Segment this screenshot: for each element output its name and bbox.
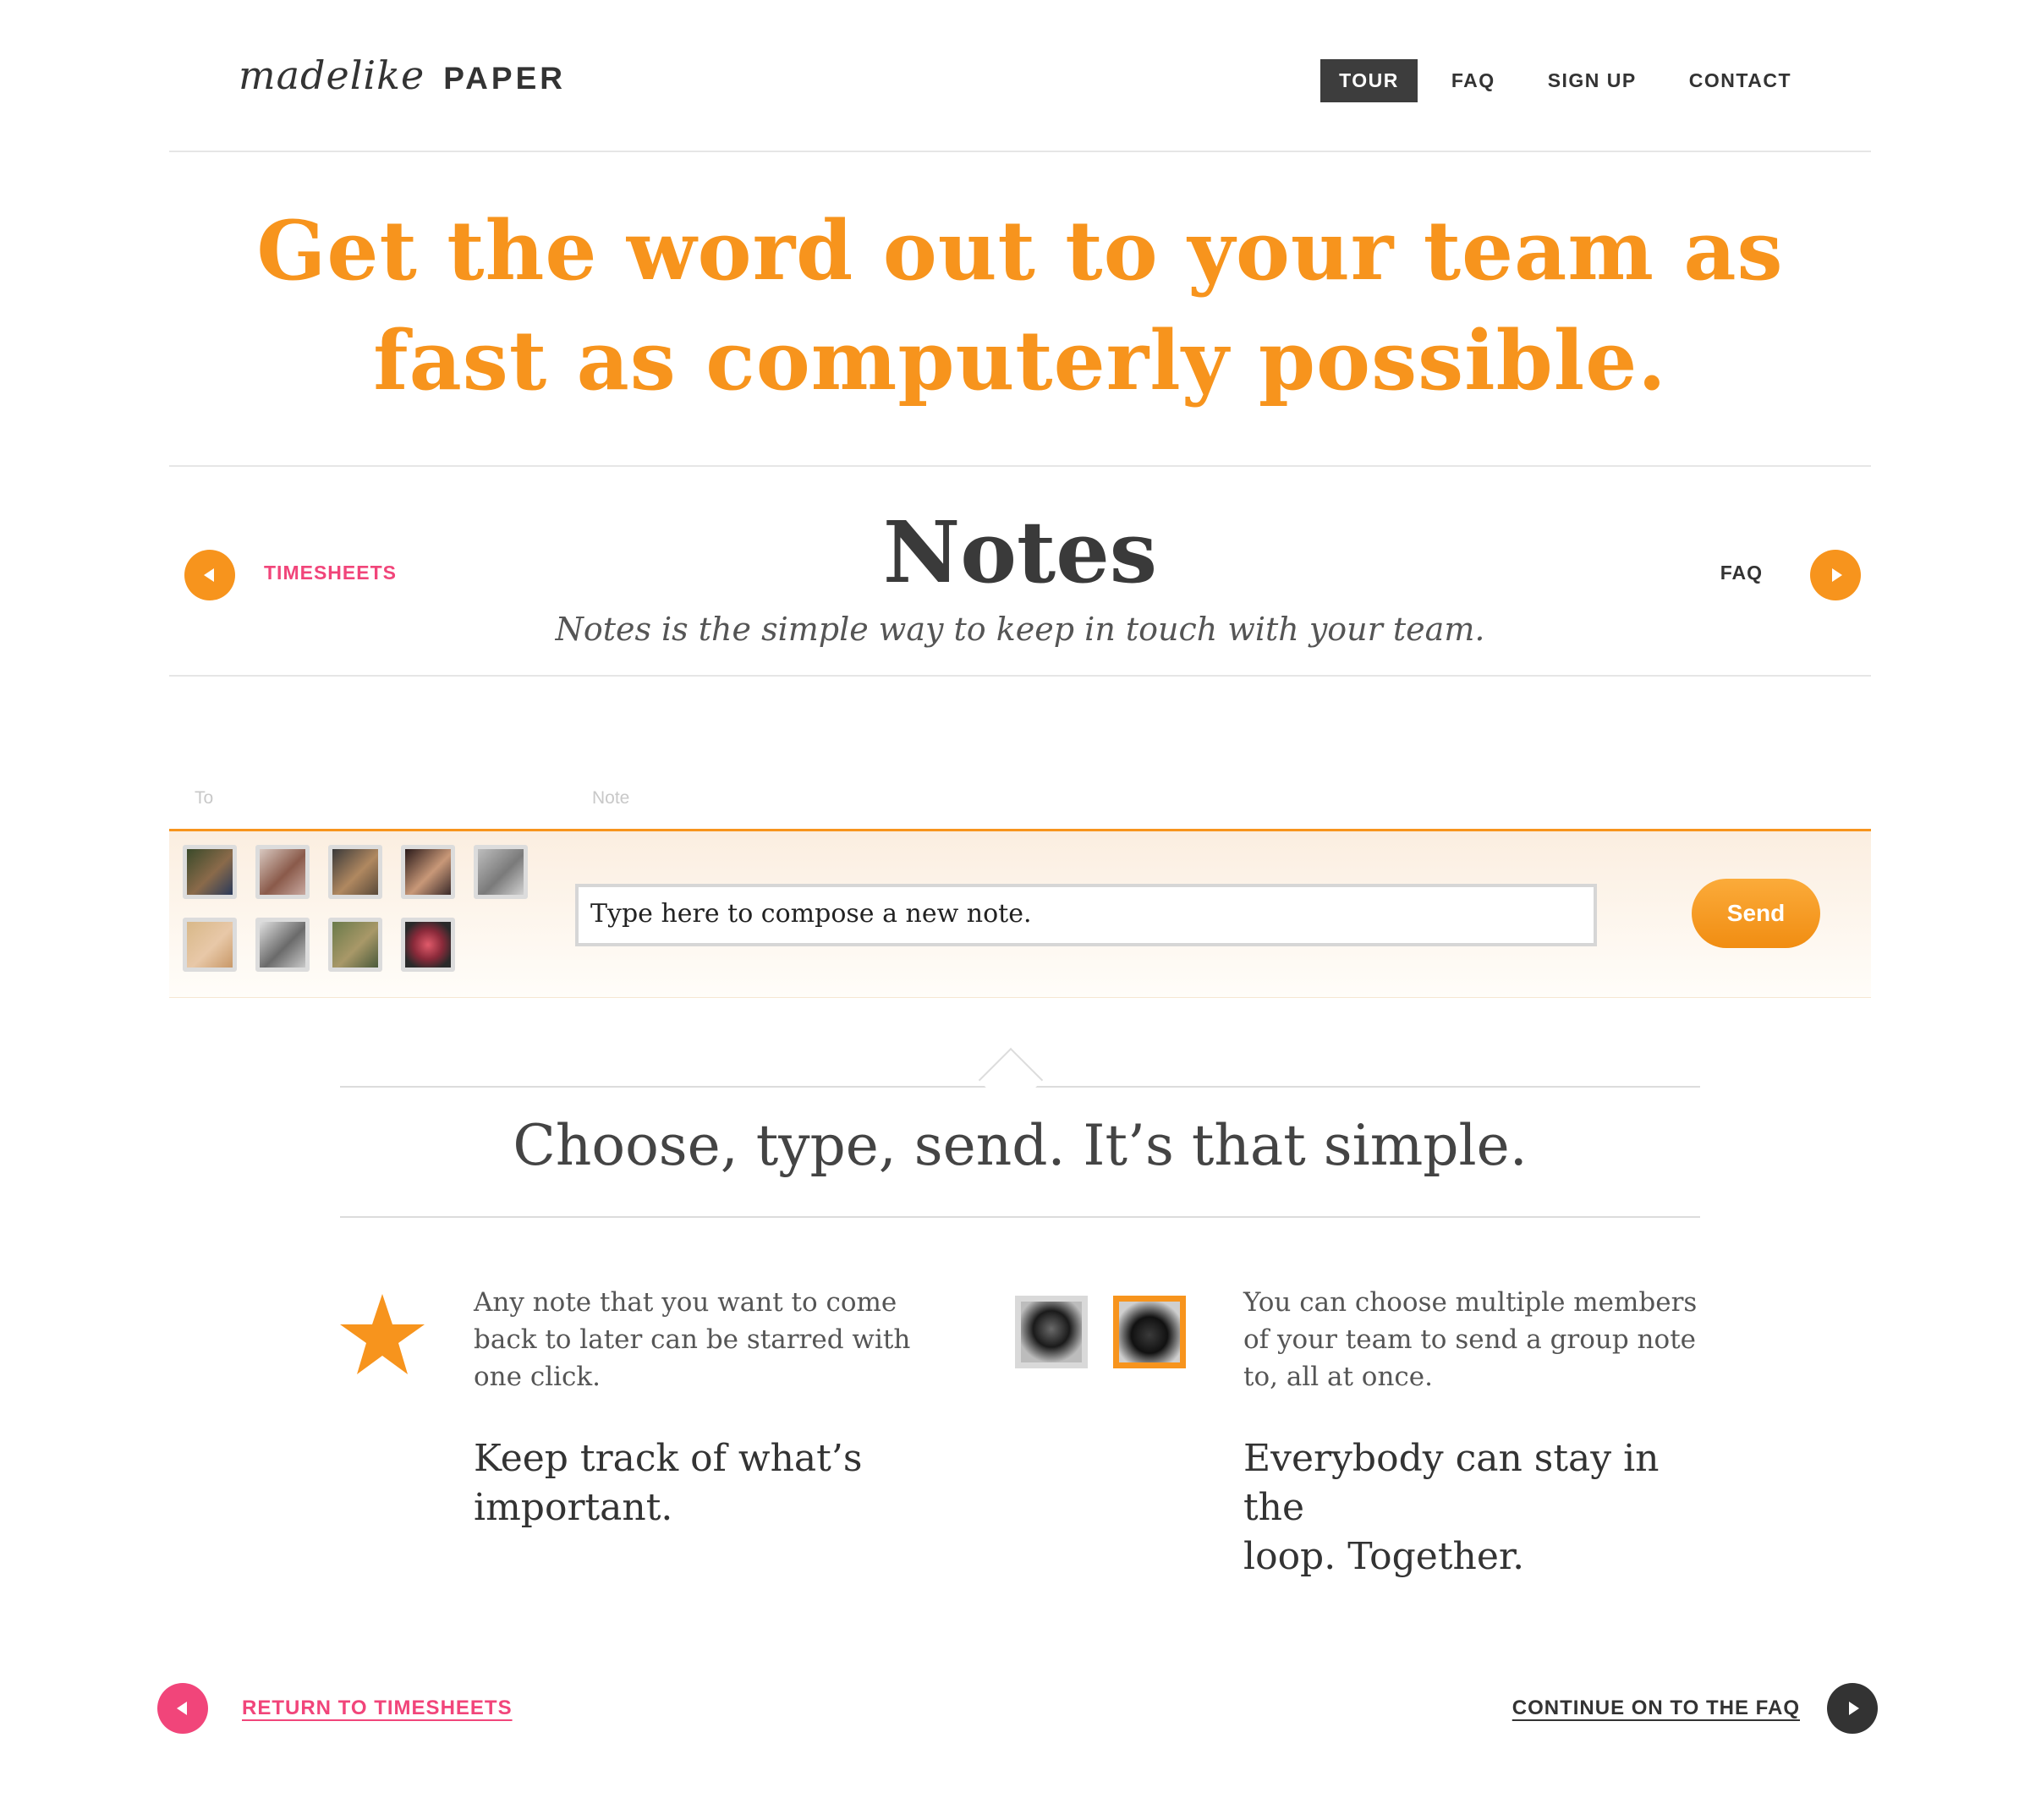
- section-header: TIMESHEETS Notes Notes is the simple way…: [169, 469, 1871, 677]
- next-arrow-button[interactable]: [1810, 550, 1861, 600]
- arrow-left-icon: [176, 1702, 187, 1715]
- avatar-photo: [1021, 1302, 1082, 1362]
- feature-text-line: of your team to send a group note: [1243, 1324, 1696, 1355]
- feature-title-line: Everybody can stay in the: [1243, 1437, 1660, 1529]
- avatar-photo: [187, 849, 233, 895]
- feature-text-line: to, all at once.: [1243, 1362, 1433, 1392]
- arrow-right-icon: [1848, 1702, 1859, 1715]
- logo-product: PAPER: [443, 61, 566, 96]
- avatar[interactable]: [255, 918, 310, 972]
- logo-script: madelike: [239, 52, 425, 98]
- section-title: Notes: [882, 502, 1158, 602]
- feature-group-title: Everybody can stay in the loop. Together…: [1243, 1434, 1717, 1582]
- note-label: Note: [592, 788, 630, 808]
- note-input[interactable]: Type here to compose a new note.: [575, 884, 1597, 946]
- group-avatar: [1015, 1296, 1088, 1368]
- nav-contact[interactable]: CONTACT: [1671, 59, 1810, 102]
- avatar[interactable]: [328, 845, 382, 899]
- group-avatar-selected: [1113, 1296, 1186, 1368]
- feature-text-line: Any note that you want to come: [474, 1287, 897, 1318]
- avatar[interactable]: [328, 918, 382, 972]
- feature-text-line: one click.: [474, 1362, 601, 1392]
- return-arrow-button[interactable]: [157, 1683, 208, 1734]
- hero-headline: Get the word out to your team as fast as…: [169, 196, 1871, 416]
- section-subtitle: Notes is the simple way to keep in touch…: [555, 611, 1485, 648]
- divider: [340, 1216, 1700, 1218]
- feature-star-title: Keep track of what’s important.: [474, 1434, 947, 1532]
- return-to-timesheets-link[interactable]: RETURN TO TIMESHEETS: [242, 1697, 513, 1720]
- site-header: madelike PAPER TOUR FAQ SIGN UP CONTACT: [169, 0, 1871, 152]
- avatar-photo: [405, 849, 451, 895]
- to-label: To: [195, 788, 214, 808]
- main-nav: TOUR FAQ SIGN UP CONTACT: [1305, 59, 1810, 102]
- nav-tour[interactable]: TOUR: [1320, 59, 1418, 102]
- avatar[interactable]: [401, 845, 455, 899]
- avatar[interactable]: [401, 918, 455, 972]
- send-button[interactable]: Send: [1692, 879, 1820, 948]
- compose-bar: Type here to compose a new note. Send: [169, 829, 1871, 998]
- avatar-photo: [187, 922, 233, 968]
- hero-line-2: fast as computerly possible.: [373, 313, 1667, 408]
- tagline: Choose, type, send. It’s that simple.: [513, 1113, 1528, 1178]
- arrow-right-icon: [1831, 568, 1842, 582]
- avatar-photo: [1119, 1302, 1180, 1362]
- avatar[interactable]: [183, 918, 237, 972]
- hero-line-1: Get the word out to your team as: [256, 203, 1784, 299]
- avatar-photo: [260, 922, 305, 968]
- avatar-photo: [332, 922, 378, 968]
- nav-sign-up[interactable]: SIGN UP: [1529, 59, 1655, 102]
- feature-star-description: Any note that you want to come back to l…: [474, 1284, 914, 1395]
- avatar-photo: [405, 922, 451, 968]
- avatar[interactable]: [474, 845, 528, 899]
- feature-text-line: back to later can be starred with: [474, 1324, 911, 1355]
- feature-title-line: important.: [474, 1486, 673, 1529]
- feature-text-line: You can choose multiple members: [1243, 1287, 1698, 1318]
- feature-title-line: loop. Together.: [1243, 1535, 1525, 1578]
- avatar-photo: [478, 849, 524, 895]
- avatar[interactable]: [255, 845, 310, 899]
- compose-labels: To Note: [169, 788, 1871, 822]
- avatar[interactable]: [183, 845, 237, 899]
- continue-to-faq-link[interactable]: CONTINUE ON TO THE FAQ: [1512, 1697, 1800, 1720]
- continue-arrow-button[interactable]: [1827, 1683, 1878, 1734]
- avatar-photo: [260, 849, 305, 895]
- star-icon: [340, 1294, 425, 1374]
- hero: Get the word out to your team as fast as…: [169, 154, 1871, 467]
- nav-faq[interactable]: FAQ: [1433, 59, 1514, 102]
- feature-group-description: You can choose multiple members of your …: [1243, 1284, 1700, 1395]
- logo[interactable]: madelike PAPER: [239, 52, 566, 98]
- feature-title-line: Keep track of what’s: [474, 1437, 863, 1480]
- next-section-link[interactable]: FAQ: [1720, 562, 1763, 584]
- avatar-photo: [332, 849, 378, 895]
